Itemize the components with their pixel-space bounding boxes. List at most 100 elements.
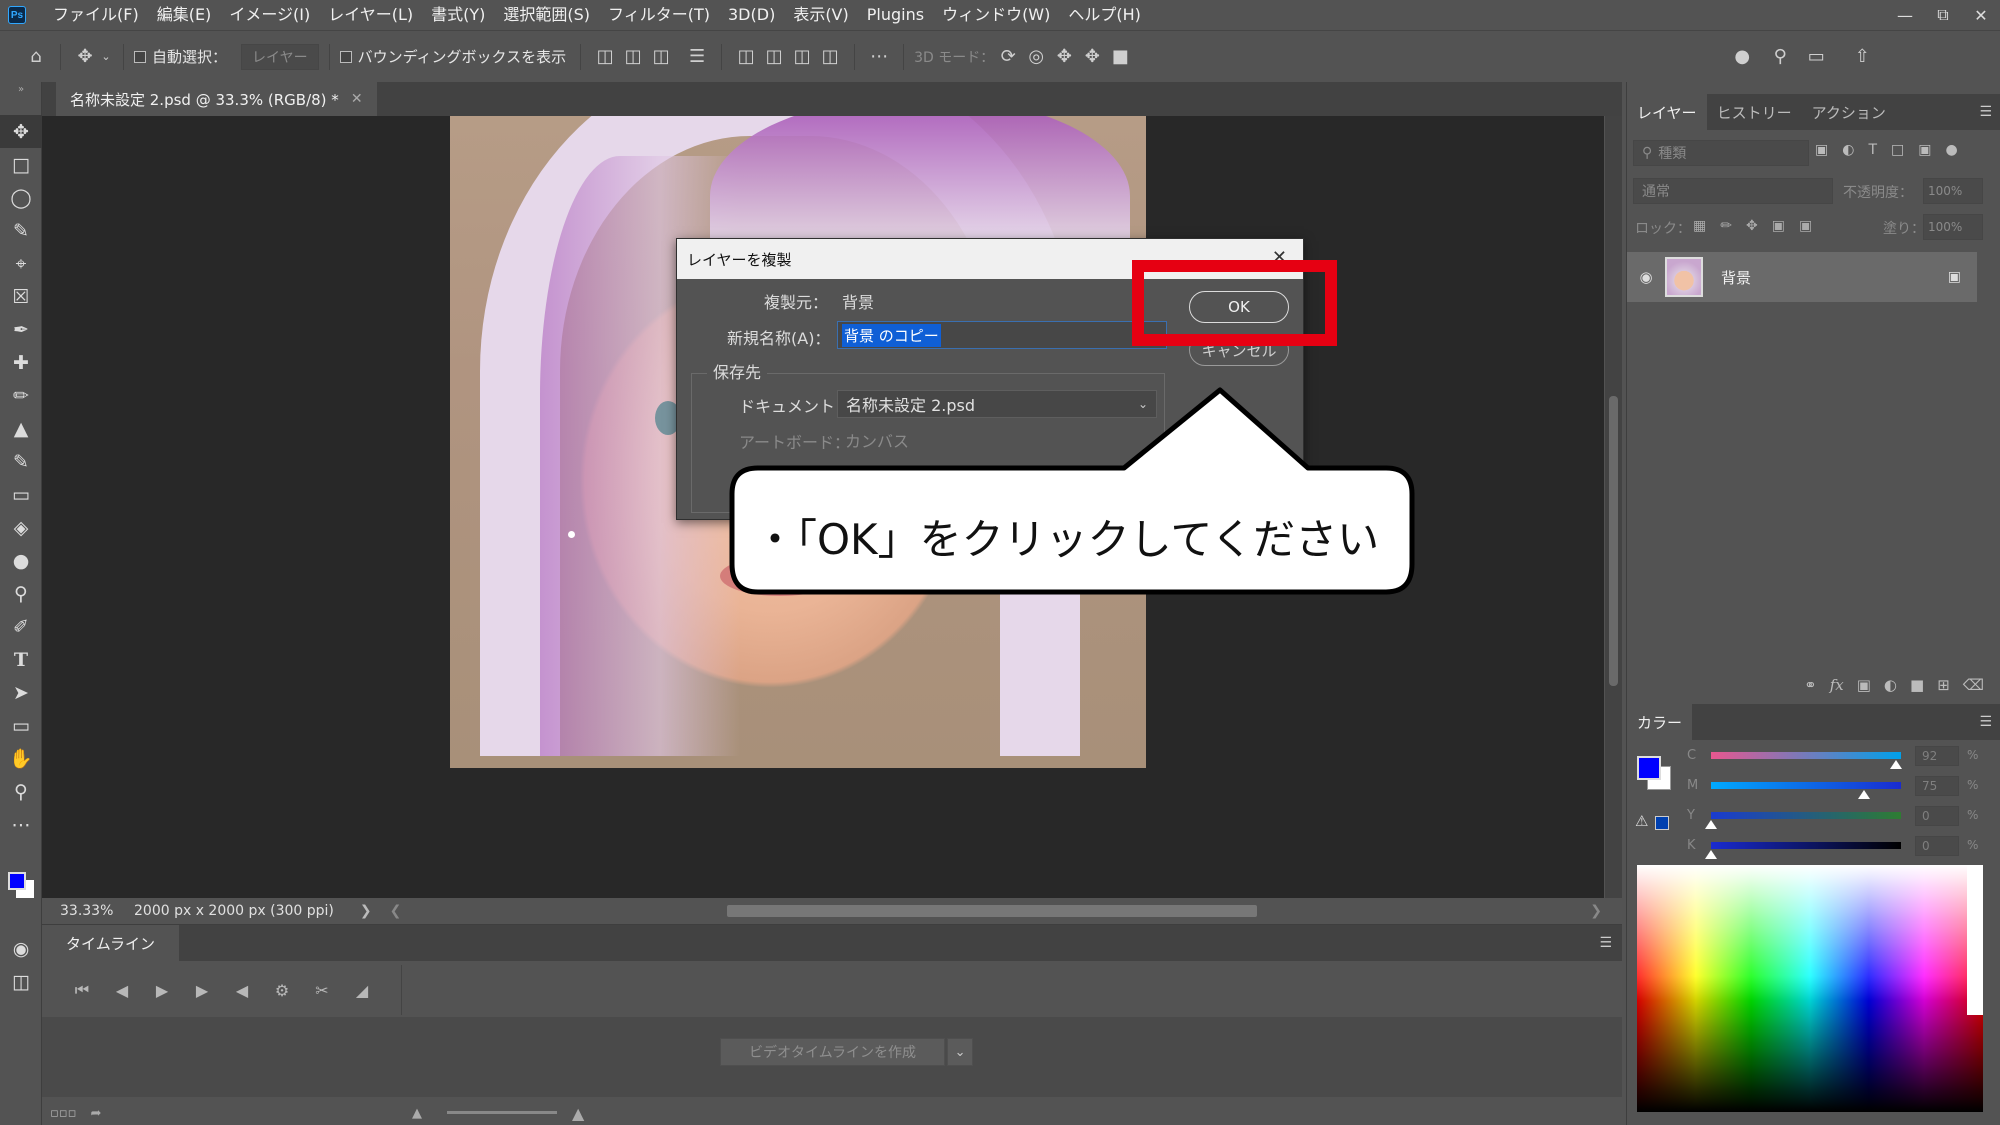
menu-select[interactable]: 選択範囲(S) xyxy=(494,0,599,30)
lock-transparency-icon[interactable]: ▦ xyxy=(1693,218,1706,234)
screen-mode-icon[interactable]: ◫ xyxy=(0,965,42,998)
bounding-box-checkbox[interactable]: バウンディングボックスを表示 xyxy=(339,46,566,67)
lock-pixels-icon[interactable]: ✏ xyxy=(1720,218,1732,234)
chevron-down-icon[interactable]: ⌄ xyxy=(99,43,113,71)
link-layers-icon[interactable]: ⚭ xyxy=(1804,676,1817,694)
restore-icon[interactable]: ⧉ xyxy=(1924,0,1962,30)
document-tab[interactable]: 名称未設定 2.psd @ 33.3% (RGB/8) * ✕ xyxy=(56,82,377,116)
color-spectrum[interactable] xyxy=(1637,865,1983,1112)
align-left-icon[interactable]: ◫ xyxy=(591,43,619,71)
audio-icon[interactable]: ◀ xyxy=(222,981,262,1000)
lock-all-icon[interactable]: ▣ xyxy=(1799,218,1812,234)
distribute-icon[interactable]: ☰ xyxy=(683,43,711,71)
panel-menu-icon[interactable]: ☰ xyxy=(1599,935,1612,951)
lasso-tool-icon[interactable]: ◯ xyxy=(0,181,42,214)
tab-layers[interactable]: レイヤー xyxy=(1627,94,1707,130)
timeline-zoom-slider[interactable] xyxy=(447,1111,557,1114)
marquee-tool-icon[interactable]: □ xyxy=(0,148,42,181)
new-name-input[interactable]: 背景 のコピー xyxy=(837,321,1167,349)
chevron-down-icon[interactable]: ⌄ xyxy=(947,1038,974,1066)
stamp-tool-icon[interactable]: ▲ xyxy=(0,412,42,445)
3d-pan-icon[interactable]: ✥ xyxy=(1050,43,1078,71)
share-user-icon[interactable]: ● xyxy=(1728,43,1756,71)
close-window-icon[interactable]: ✕ xyxy=(1962,0,2000,30)
type-tool-icon[interactable]: T xyxy=(0,643,42,676)
foreground-color-swatch[interactable] xyxy=(1637,756,1661,780)
crop-tool-icon[interactable]: ⌖ xyxy=(0,247,42,280)
menu-edit[interactable]: 編集(E) xyxy=(148,0,221,30)
3d-orbit-icon[interactable]: ⟳ xyxy=(994,43,1022,71)
layer-row[interactable]: ◉ 背景 ▣ xyxy=(1627,252,1977,302)
black-slider[interactable] xyxy=(1711,842,1901,849)
3d-camera-icon[interactable]: ■ xyxy=(1106,43,1134,71)
tab-history[interactable]: ヒストリー xyxy=(1707,94,1802,130)
yellow-value[interactable]: 0 xyxy=(1915,806,1959,826)
dodge-tool-icon[interactable]: ⚲ xyxy=(0,577,42,610)
collapse-icon[interactable]: » xyxy=(0,82,42,96)
gamut-warning-icon[interactable]: ⚠ xyxy=(1635,812,1648,830)
quick-select-tool-icon[interactable]: ✎ xyxy=(0,214,42,247)
quick-mask-icon[interactable]: ◉ xyxy=(0,932,42,965)
auto-select-checkbox[interactable]: 自動選択： xyxy=(134,46,227,67)
align-top-icon[interactable]: ◫ xyxy=(732,43,760,71)
yellow-slider[interactable] xyxy=(1711,812,1901,819)
zoom-level[interactable]: 33.33% xyxy=(42,903,113,919)
menu-layer[interactable]: レイヤー(L) xyxy=(319,0,422,30)
cyan-slider-handle[interactable] xyxy=(1890,760,1902,769)
adjustment-layer-icon[interactable]: ◐ xyxy=(1884,676,1897,694)
close-tab-icon[interactable]: ✕ xyxy=(351,91,363,107)
pen-tool-icon[interactable]: ✐ xyxy=(0,610,42,643)
menu-window[interactable]: ウィンドウ(W) xyxy=(933,0,1059,30)
3d-slide-icon[interactable]: ✥ xyxy=(1078,43,1106,71)
new-group-folder-icon[interactable]: ■ xyxy=(1910,676,1924,694)
menu-filter[interactable]: フィルター(T) xyxy=(599,0,719,30)
menu-3d[interactable]: 3D(D) xyxy=(719,0,784,30)
play-icon[interactable]: ▶ xyxy=(142,981,182,1000)
menu-plugins[interactable]: Plugins xyxy=(858,0,933,30)
paint-bucket-tool-icon[interactable]: ◈ xyxy=(0,511,42,544)
align-right-icon[interactable]: ◫ xyxy=(647,43,675,71)
zoom-out-mountain-icon[interactable]: ▲ xyxy=(412,1106,422,1121)
settings-gear-icon[interactable]: ⚙ xyxy=(262,981,302,1000)
align-center-icon[interactable]: ◫ xyxy=(619,43,647,71)
scroll-left-icon[interactable]: ❮ xyxy=(390,903,402,919)
auto-select-target-dropdown[interactable]: レイヤー xyxy=(241,43,319,70)
search-icon[interactable]: ⚲ xyxy=(1766,43,1794,71)
split-scissors-icon[interactable]: ✂ xyxy=(302,981,342,1000)
black-slider-handle[interactable] xyxy=(1705,850,1717,859)
more-options-icon[interactable]: ⋯ xyxy=(865,43,893,71)
adjustment-filter-icon[interactable]: ◐ xyxy=(1842,142,1854,158)
align-bottom-icon[interactable]: ◫ xyxy=(788,43,816,71)
zoom-in-mountain-icon[interactable]: ▲ xyxy=(572,1104,584,1123)
path-select-tool-icon[interactable]: ➤ xyxy=(0,676,42,709)
panel-menu-icon[interactable]: ☰ xyxy=(1979,104,1992,120)
menu-help[interactable]: ヘルプ(H) xyxy=(1059,0,1150,30)
lock-position-icon[interactable]: ✥ xyxy=(1746,218,1758,234)
magenta-value[interactable]: 75 xyxy=(1915,776,1959,796)
minimize-icon[interactable]: — xyxy=(1886,0,1924,30)
cyan-value[interactable]: 92 xyxy=(1915,746,1959,766)
brush-tool-icon[interactable]: ✏ xyxy=(0,379,42,412)
scrollbar-thumb[interactable] xyxy=(1609,396,1618,686)
move-tool-icon[interactable]: ✥ xyxy=(71,43,99,71)
workspace-icon[interactable]: ▭ xyxy=(1802,43,1830,71)
cyan-slider[interactable] xyxy=(1711,752,1901,759)
tab-color[interactable]: カラー xyxy=(1627,704,1693,740)
home-icon[interactable]: ⌂ xyxy=(22,43,50,71)
render-arrow-icon[interactable]: ➦ xyxy=(90,1106,101,1121)
status-menu-icon[interactable]: ❯ xyxy=(360,903,372,919)
image-filter-icon[interactable]: ▣ xyxy=(1815,142,1828,158)
black-value[interactable]: 0 xyxy=(1915,836,1959,856)
lock-artboard-icon[interactable]: ▣ xyxy=(1772,218,1785,234)
share-icon[interactable]: ⇧ xyxy=(1848,43,1876,71)
menu-view[interactable]: 表示(V) xyxy=(784,0,857,30)
menu-type[interactable]: 書式(Y) xyxy=(422,0,494,30)
timeline-tab[interactable]: タイムライン xyxy=(42,925,179,961)
color-swatches[interactable] xyxy=(0,860,42,910)
foreground-color-swatch[interactable] xyxy=(8,872,26,890)
previous-frame-icon[interactable]: ◀ xyxy=(102,981,142,1000)
horizontal-scrollbar[interactable] xyxy=(727,905,1257,917)
frame-tool-icon[interactable]: ☒ xyxy=(0,280,42,313)
distribute-vertical-icon[interactable]: ◫ xyxy=(816,43,844,71)
zoom-tool-icon[interactable]: ⚲ xyxy=(0,775,42,808)
